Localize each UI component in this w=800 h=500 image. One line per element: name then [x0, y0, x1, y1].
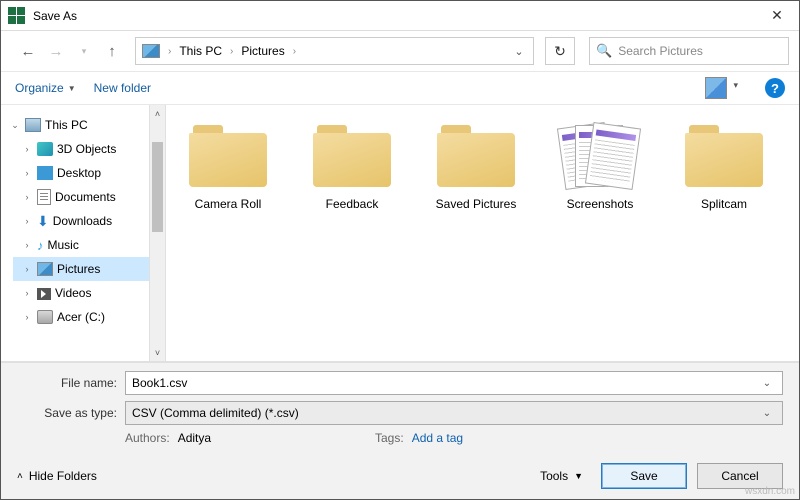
chevron-right-icon[interactable]: ›	[21, 240, 33, 250]
music-icon: ♪	[37, 239, 44, 252]
tree-item-drive-c[interactable]: › Acer (C:)	[13, 305, 149, 329]
watermark: wsxdn.com	[745, 486, 795, 497]
chevron-down-icon[interactable]: ⌄	[9, 120, 21, 131]
save-form: File name: Book1.csv ⌄ Save as type: CSV…	[1, 362, 799, 453]
tree-item-downloads[interactable]: › ⬇ Downloads	[13, 209, 149, 233]
tree-scrollbar[interactable]: ˄ ˅	[149, 105, 166, 361]
back-button[interactable]: ←	[17, 40, 39, 62]
file-name-input[interactable]: Book1.csv ⌄	[125, 371, 783, 395]
forward-button[interactable]: →	[45, 40, 67, 62]
tree-item-3d-objects[interactable]: › 3D Objects	[13, 137, 149, 161]
nav-tree[interactable]: ⌄ This PC › 3D Objects › Desktop ›	[1, 105, 149, 361]
desktop-icon	[37, 166, 53, 180]
close-button[interactable]: ✕	[755, 1, 799, 31]
breadcrumb[interactable]: Pictures	[237, 44, 288, 58]
folder-item[interactable]: Screenshots	[550, 125, 650, 211]
authors-label: Authors:	[125, 431, 170, 445]
documents-icon	[37, 189, 51, 205]
folder-icon	[437, 125, 515, 187]
toolbar: Organize▼ New folder ?	[1, 71, 799, 105]
chevron-right-icon[interactable]: ›	[21, 288, 33, 298]
tree-item-documents[interactable]: › Documents	[13, 185, 149, 209]
hide-folders-button[interactable]: ˄ Hide Folders	[17, 469, 97, 483]
help-button[interactable]: ?	[765, 78, 785, 98]
file-name-label: File name:	[17, 376, 125, 390]
folder-item[interactable]: Splitcam	[674, 125, 774, 211]
chevron-right-icon[interactable]: ›	[21, 216, 33, 226]
tree-item-music[interactable]: › ♪ Music	[13, 233, 149, 257]
pictures-icon	[37, 262, 53, 276]
chevron-up-icon: ˄	[17, 471, 23, 482]
nav-row: ← → ▾ ↑ › This PC › Pictures › ⌄ ↻ 🔍 Sea…	[1, 31, 799, 71]
organize-menu[interactable]: Organize▼	[15, 81, 76, 95]
folder-item[interactable]: Camera Roll	[178, 125, 278, 211]
address-bar[interactable]: › This PC › Pictures › ⌄	[135, 37, 534, 65]
screenshots-thumb-icon	[561, 125, 639, 187]
save-as-dialog: Save As ✕ ← → ▾ ↑ › This PC › Pictures ›…	[0, 0, 800, 500]
downloads-icon: ⬇	[37, 214, 49, 228]
recent-locations-dropdown[interactable]: ▾	[73, 40, 95, 62]
save-type-label: Save as type:	[17, 406, 125, 420]
pictures-icon	[142, 44, 160, 58]
save-type-select[interactable]: CSV (Comma delimited) (*.csv) ⌄	[125, 401, 783, 425]
search-placeholder: Search Pictures	[618, 44, 703, 58]
tree-this-pc[interactable]: ⌄ This PC	[1, 113, 149, 137]
folder-icon	[313, 125, 391, 187]
file-grid[interactable]: Camera Roll Feedback Saved Pictures Scre…	[166, 105, 799, 361]
tree-item-pictures[interactable]: › Pictures	[13, 257, 149, 281]
view-mode-button[interactable]	[705, 77, 727, 99]
up-button[interactable]: ↑	[101, 40, 123, 62]
authors-value[interactable]: Aditya	[178, 431, 211, 445]
search-icon: 🔍	[596, 43, 612, 59]
main-area: ⌄ This PC › 3D Objects › Desktop ›	[1, 105, 799, 362]
folder-icon	[685, 125, 763, 187]
videos-icon	[37, 288, 51, 300]
chevron-right-icon[interactable]: ›	[21, 144, 33, 154]
scroll-down-icon[interactable]: ˅	[150, 344, 165, 361]
scrollbar-thumb[interactable]	[152, 142, 163, 232]
drive-icon	[37, 310, 53, 324]
chevron-right-icon[interactable]: ›	[289, 46, 300, 57]
tags-input[interactable]: Add a tag	[412, 431, 463, 445]
folder-icon	[189, 125, 267, 187]
folder-item[interactable]: Feedback	[302, 125, 402, 211]
save-button[interactable]: Save	[601, 463, 687, 489]
footer: ˄ Hide Folders Tools ▼ Save Cancel	[1, 453, 799, 499]
new-folder-button[interactable]: New folder	[94, 81, 151, 95]
tools-menu[interactable]: Tools ▼	[532, 469, 591, 483]
tree-item-videos[interactable]: › Videos	[13, 281, 149, 305]
breadcrumb[interactable]: This PC	[175, 44, 226, 58]
chevron-down-icon[interactable]: ⌄	[758, 378, 776, 389]
chevron-right-icon[interactable]: ›	[21, 192, 33, 202]
tags-label: Tags:	[375, 431, 404, 445]
titlebar: Save As ✕	[1, 1, 799, 31]
excel-icon	[7, 7, 25, 25]
chevron-right-icon[interactable]: ›	[21, 264, 33, 274]
chevron-right-icon[interactable]: ›	[21, 168, 33, 178]
scroll-up-icon[interactable]: ˄	[150, 105, 165, 122]
refresh-button[interactable]: ↻	[545, 37, 575, 65]
window-title: Save As	[33, 9, 77, 23]
search-input[interactable]: 🔍 Search Pictures	[589, 37, 789, 65]
chevron-down-icon: ▼	[68, 84, 76, 93]
chevron-down-icon: ▼	[574, 471, 583, 481]
chevron-right-icon[interactable]: ›	[21, 312, 33, 322]
tree-item-desktop[interactable]: › Desktop	[13, 161, 149, 185]
chevron-right-icon[interactable]: ›	[226, 46, 237, 57]
chevron-down-icon[interactable]: ⌄	[758, 408, 776, 419]
address-history-dropdown[interactable]: ⌄	[509, 45, 529, 58]
pc-icon	[25, 118, 41, 132]
chevron-right-icon[interactable]: ›	[164, 46, 175, 57]
folder-item[interactable]: Saved Pictures	[426, 125, 526, 211]
3d-objects-icon	[37, 142, 53, 156]
